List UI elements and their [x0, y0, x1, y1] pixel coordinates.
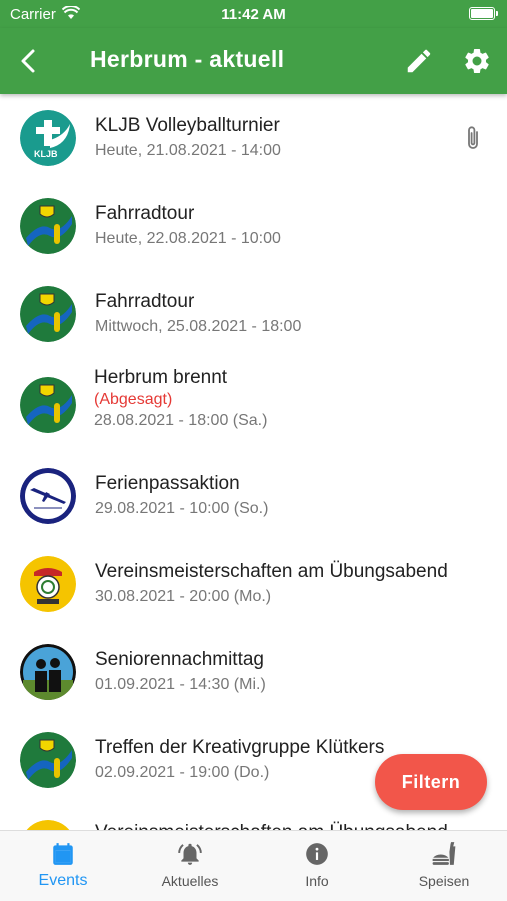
cancelled-label: (Abgesagt): [94, 391, 173, 408]
edit-button[interactable]: [404, 46, 434, 76]
tab-info[interactable]: Info: [254, 831, 380, 901]
bell-icon: [178, 843, 202, 865]
event-row[interactable]: Herbrum brennt (Abgesagt) 28.08.2021 - 1…: [0, 358, 507, 453]
svg-text:KLJB: KLJB: [34, 149, 58, 159]
shooting-club-crest-icon: [20, 556, 76, 612]
tab-info-label: Info: [305, 873, 329, 889]
herbrum-crest-icon: [20, 377, 76, 433]
settings-button[interactable]: [462, 46, 492, 76]
tab-bar: Events Aktuelles Info Speisen: [0, 830, 507, 901]
event-title: Fahrradtour: [95, 291, 195, 312]
kljb-logo-icon: KLJB: [20, 110, 76, 166]
herbrum-crest-icon: [20, 198, 76, 254]
event-date: Heute, 21.08.2021 - 14:00: [95, 142, 281, 159]
tab-speisen[interactable]: Speisen: [381, 831, 507, 901]
event-title: Ferienpassaktion: [95, 473, 240, 494]
tab-events[interactable]: Events: [0, 831, 126, 901]
event-title: Fahrradtour: [95, 203, 195, 224]
info-icon: [306, 843, 328, 865]
calendar-icon: [53, 843, 73, 865]
app-bar: Herbrum - aktuell: [0, 28, 507, 94]
attachment-icon: [468, 126, 478, 149]
event-title: KLJB Volleyballturnier: [95, 115, 280, 136]
tab-aktuelles[interactable]: Aktuelles: [127, 831, 253, 901]
back-button[interactable]: [14, 46, 44, 76]
event-title: Vereinsmeisterschaften am Übungsabend: [95, 561, 448, 582]
battery-icon: [469, 7, 498, 20]
herbrum-crest-icon: [20, 286, 76, 342]
shooting-club-crest-icon: [26, 820, 70, 830]
event-date: 28.08.2021 - 18:00 (Sa.): [94, 412, 268, 429]
glider-club-icon: [20, 468, 76, 524]
event-list[interactable]: KLJB KLJB Volleyballturnier Heute, 21.08…: [0, 94, 507, 830]
event-row[interactable]: Seniorennachmittag 01.09.2021 - 14:30 (M…: [0, 628, 507, 717]
page-title: Herbrum - aktuell: [90, 46, 285, 72]
tab-speisen-label: Speisen: [418, 873, 470, 889]
event-row[interactable]: KLJB KLJB Volleyballturnier Heute, 21.08…: [0, 94, 507, 183]
food-icon: [432, 842, 456, 865]
event-date: 29.08.2021 - 10:00 (So.): [95, 500, 269, 517]
event-title: Herbrum brennt: [94, 367, 228, 388]
filter-button[interactable]: Filtern: [375, 754, 487, 810]
event-title: Seniorennachmittag: [95, 649, 264, 670]
tab-events-label: Events: [38, 872, 88, 889]
status-time: 11:42 AM: [221, 6, 286, 23]
seniors-icon: [20, 644, 76, 700]
event-date: 30.08.2021 - 20:00 (Mo.): [95, 588, 272, 605]
event-row[interactable]: Fahrradtour Heute, 22.08.2021 - 10:00: [0, 182, 507, 271]
herbrum-crest-icon: [20, 732, 76, 788]
event-row[interactable]: Vereinsmeisterschaften am Übungsabend 30…: [0, 540, 507, 629]
tab-aktuelles-label: Aktuelles: [161, 873, 219, 889]
event-date: Mittwoch, 25.08.2021 - 18:00: [95, 318, 302, 335]
status-bar: Carrier 11:42 AM: [0, 0, 507, 28]
event-row[interactable]: Fahrradtour Mittwoch, 25.08.2021 - 18:00: [0, 270, 507, 359]
event-date: Heute, 22.08.2021 - 10:00: [95, 230, 281, 247]
event-title: Vereinsmeisterschaften am Übungsabend: [95, 821, 467, 830]
event-row[interactable]: Ferienpassaktion 29.08.2021 - 10:00 (So.…: [0, 452, 507, 541]
event-date: 01.09.2021 - 14:30 (Mi.): [95, 676, 266, 693]
